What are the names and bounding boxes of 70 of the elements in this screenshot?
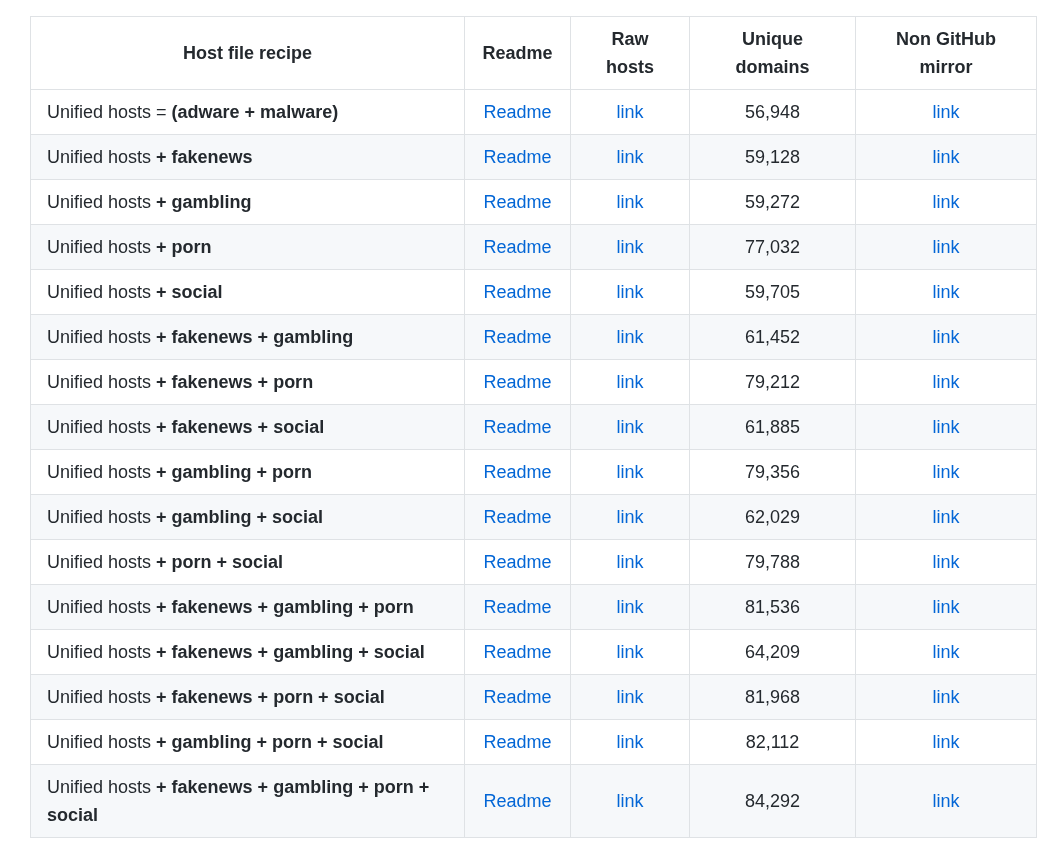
mirror-link[interactable]: link [932,507,960,527]
column-header: Host file recipe [30,16,465,90]
raw-hosts-link[interactable]: link [616,597,644,617]
mirror-link[interactable]: link [932,791,960,811]
domain-count: 62,029 [744,507,801,527]
domain-count: 59,128 [744,147,801,167]
raw-hosts-link[interactable]: link [616,372,644,392]
table-cell: Unified hosts + porn + social [30,539,465,585]
table-cell: Unified hosts + fakenews + porn [30,359,465,405]
table-cell: Unified hosts + fakenews + gambling + social [30,629,465,675]
column-header: Non GitHub mirror [855,16,1037,90]
domain-count: 64,209 [744,642,801,662]
mirror-link[interactable]: link [932,417,960,437]
mirror-link[interactable]: link [932,687,960,707]
table-cell: Unified hosts + porn [30,224,465,270]
domain-count: 61,452 [744,327,801,347]
table-cell: Unified hosts + gambling + social [30,494,465,540]
column-header: Raw hosts [570,16,690,90]
table-cell: Unified hosts + fakenews + social [30,404,465,450]
domain-count: 79,212 [744,372,801,392]
raw-hosts-link[interactable]: link [616,642,644,662]
raw-hosts-link[interactable]: link [616,147,644,167]
domain-count: 56,948 [744,102,801,122]
domain-count: 59,272 [744,192,801,212]
domain-count: 59,705 [744,282,801,302]
table-cell: Unified hosts + gambling + porn + social [30,719,465,765]
domain-count: 61,885 [744,417,801,437]
mirror-link[interactable]: link [932,147,960,167]
table-cell: Unified hosts + fakenews + gambling + porn + social [30,764,465,838]
mirror-link[interactable]: link [932,327,960,347]
raw-hosts-link[interactable]: link [616,507,644,527]
table-cell: Unified hosts + gambling [30,179,465,225]
table-cell: Unified hosts + fakenews + gambling [30,314,465,360]
domain-count: 81,536 [744,597,801,617]
mirror-link[interactable]: link [932,102,960,122]
raw-hosts-link[interactable]: link [616,282,644,302]
raw-hosts-link[interactable]: link [616,237,644,257]
raw-hosts-link[interactable]: link [616,791,644,811]
mirror-link[interactable]: link [932,597,960,617]
table-cell: Unified hosts + fakenews + gambling + porn [30,584,465,630]
domain-count: 82,112 [745,732,800,752]
table-cell: Unified hosts + gambling + porn [30,449,465,495]
mirror-link[interactable]: link [932,462,960,482]
raw-hosts-link[interactable]: link [616,732,644,752]
table-cell: Unified hosts + social [30,269,465,315]
raw-hosts-link[interactable]: link [616,417,644,437]
raw-hosts-link[interactable]: link [616,192,644,212]
column-header: Readme [464,16,571,90]
raw-hosts-link[interactable]: link [616,102,644,122]
table-cell: Unified hosts + fakenews + porn + social [30,674,465,720]
domain-count: 79,356 [744,462,801,482]
domain-count: 79,788 [744,552,801,572]
mirror-link[interactable]: link [932,237,960,257]
mirror-link[interactable]: link [932,552,960,572]
mirror-link[interactable]: link [932,642,960,662]
mirror-link[interactable]: link [932,372,960,392]
raw-hosts-link[interactable]: link [616,552,644,572]
raw-hosts-link[interactable]: link [616,327,644,347]
domain-count: 84,292 [744,791,801,811]
raw-hosts-link[interactable]: link [616,462,644,482]
mirror-link[interactable]: link [932,732,960,752]
column-header: Unique domains [689,16,856,90]
domain-count: 81,968 [744,687,801,707]
table-cell: Unified hosts + fakenews [30,134,465,180]
table-cell: Unified hosts = (adware + malware) [30,89,465,135]
raw-hosts-link[interactable]: link [616,687,644,707]
domain-count: 77,032 [744,237,801,257]
mirror-link[interactable]: link [932,282,960,302]
mirror-link[interactable]: link [932,192,960,212]
readme-link[interactable]: Readme [483,791,552,811]
